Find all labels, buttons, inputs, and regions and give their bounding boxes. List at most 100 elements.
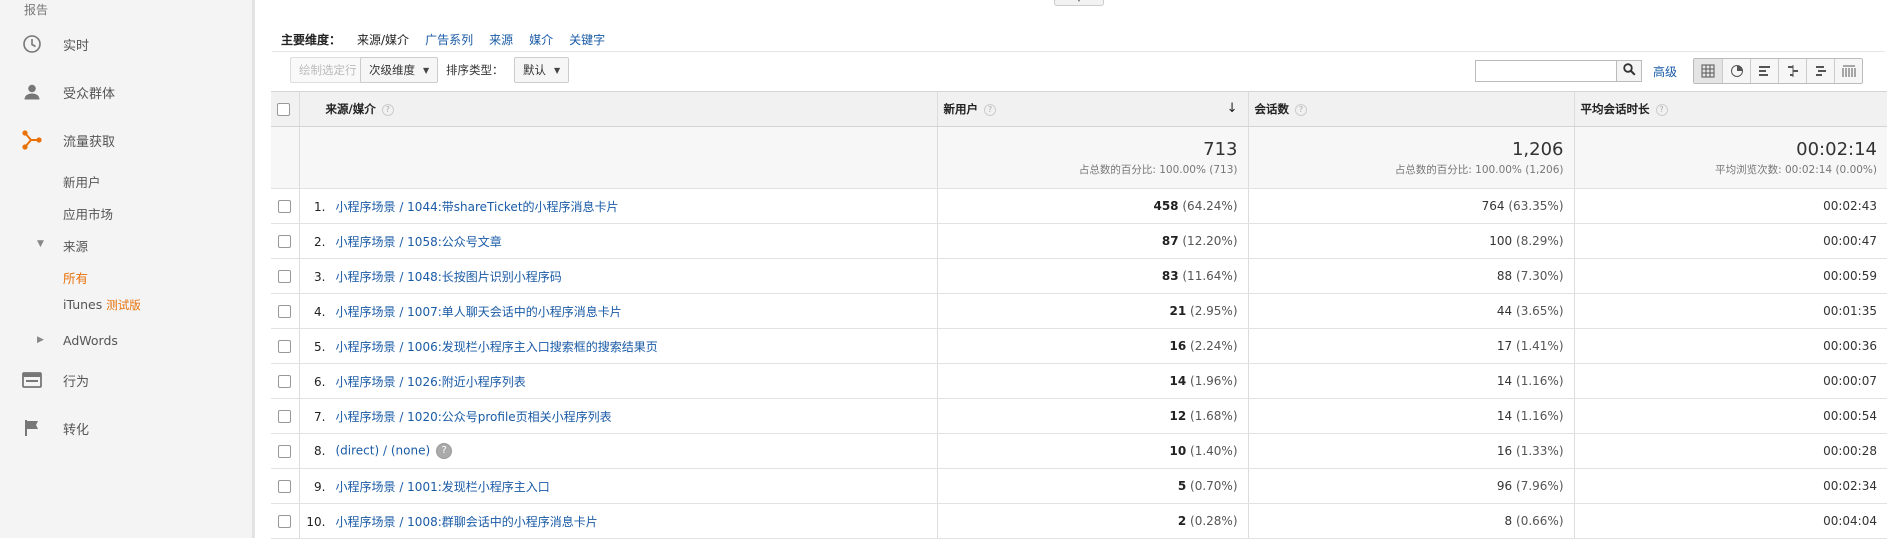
row-checkbox[interactable] xyxy=(278,200,292,213)
sidebar-item-behavior[interactable]: 行为 xyxy=(20,367,89,393)
term-cloud-button[interactable] xyxy=(1806,59,1834,83)
dimension-link-source[interactable]: 来源 xyxy=(489,31,513,48)
help-icon[interactable]: ? xyxy=(381,103,394,116)
avg-duration-value: 00:00:36 xyxy=(1823,339,1877,353)
row-rank: 8. xyxy=(314,443,326,458)
behavior-icon xyxy=(20,368,44,392)
select-all-checkbox[interactable] xyxy=(277,103,290,116)
row-rank: 9. xyxy=(314,479,326,494)
sidebar-item-realtime[interactable]: 实时 xyxy=(20,31,89,57)
dimension-link-campaign[interactable]: 广告系列 xyxy=(425,31,473,48)
sessions-value: 17 xyxy=(1496,339,1513,353)
sidebar-sub-adwords[interactable]: AdWords xyxy=(63,333,118,348)
secondary-dimension-dropdown[interactable]: 次级维度 ▼ xyxy=(360,57,439,83)
comparison-view-button[interactable] xyxy=(1778,59,1806,83)
table-view-button[interactable] xyxy=(1694,59,1722,83)
row-rank: 7. xyxy=(314,409,326,424)
source-medium-link[interactable]: 小程序场景 / 1026:附近小程序列表 xyxy=(336,375,526,389)
total-new-users-cell: 713 占总数的百分比: 100.00% (713) xyxy=(936,126,1248,189)
avg-duration-value: 00:02:34 xyxy=(1823,479,1877,493)
row-checkbox[interactable] xyxy=(278,410,292,423)
pie-view-button[interactable] xyxy=(1722,59,1750,83)
source-medium-link[interactable]: 小程序场景 / 1008:群聊会话中的小程序消息卡片 xyxy=(336,515,598,529)
dimension-link-medium[interactable]: 媒介 xyxy=(529,31,553,48)
row-checkbox[interactable] xyxy=(278,235,292,248)
new-users-cell: 5 (0.70%) xyxy=(936,468,1248,504)
new-users-value: 458 xyxy=(1153,199,1179,213)
sessions-cell: 44 (3.65%) xyxy=(1247,293,1574,329)
avg-duration-cell: 00:02:43 xyxy=(1573,188,1887,224)
sidebar-item-conversions[interactable]: 转化 xyxy=(20,415,89,441)
table-row: 10. 小程序场景 / 1008:群聊会话中的小程序消息卡片 2 (0.28%) 8 … xyxy=(271,503,1887,539)
row-checkbox[interactable] xyxy=(278,515,292,528)
plot-rows-button[interactable]: 绘制选定行 xyxy=(290,57,366,83)
source-medium-link[interactable]: 小程序场景 / 1048:长按图片识别小程序码 xyxy=(336,270,562,284)
row-checkbox[interactable] xyxy=(278,445,292,458)
help-icon[interactable]: ? xyxy=(1655,103,1668,116)
search-button[interactable] xyxy=(1617,60,1642,82)
source-medium-cell: 1. 小程序场景 / 1044:带shareTicket的小程序消息卡片 xyxy=(298,188,937,224)
table-row: 8. (direct) / (none)? 10 (1.40%) 16 (1.33%)… xyxy=(271,433,1887,469)
table-search-input[interactable] xyxy=(1475,60,1617,82)
dimension-link-keyword[interactable]: 关键字 xyxy=(569,31,605,48)
new-users-value: 83 xyxy=(1161,269,1179,283)
col-header-source-medium[interactable]: 来源/媒介? xyxy=(298,91,937,127)
advanced-filter-link[interactable]: 高级 xyxy=(1653,63,1677,80)
sessions-value: 16 xyxy=(1496,444,1513,458)
avg-duration-cell: 00:01:35 xyxy=(1573,293,1887,329)
sort-type-value: 默认 xyxy=(523,63,546,77)
source-medium-link[interactable]: 小程序场景 / 1007:单人聊天会话中的小程序消息卡片 xyxy=(336,305,622,319)
col-header-sessions[interactable]: 会话数? xyxy=(1247,91,1574,127)
new-users-value: 12 xyxy=(1169,409,1187,423)
table-row: 5. 小程序场景 / 1006:发现栏小程序主入口搜索框的搜索结果页 16 (2.2… xyxy=(271,328,1887,364)
sidebar-sub-app-market[interactable]: 应用市场 xyxy=(63,204,113,223)
chart-collapse-handle[interactable]: ▼ xyxy=(1054,0,1104,6)
source-medium-link[interactable]: (direct) / (none) xyxy=(336,444,431,458)
new-users-percent: (1.40%) xyxy=(1190,444,1238,458)
avg-duration-value: 00:00:28 xyxy=(1823,444,1877,458)
sessions-cell: 16 (1.33%) xyxy=(1247,433,1574,469)
col-header-avg-duration[interactable]: 平均会话时长? xyxy=(1573,91,1887,127)
source-medium-link[interactable]: 小程序场景 / 1058:公众号文章 xyxy=(336,235,502,249)
row-checkbox[interactable] xyxy=(278,340,292,353)
row-checkbox[interactable] xyxy=(278,375,292,388)
total-avg-duration: 00:02:14 xyxy=(1796,139,1877,160)
row-checkbox[interactable] xyxy=(278,270,292,283)
row-checkbox[interactable] xyxy=(278,480,292,493)
new-users-percent: (11.64%) xyxy=(1182,269,1238,283)
new-users-percent: (64.24%) xyxy=(1182,199,1238,213)
sidebar-sub-source[interactable]: 来源 xyxy=(63,236,88,255)
sidebar-sub-all[interactable]: 所有 xyxy=(63,268,88,287)
sidebar-sub-new-users[interactable]: 新用户 xyxy=(63,172,101,191)
sessions-value: 764 xyxy=(1481,199,1505,213)
col-header-label: 平均会话时长 xyxy=(1580,102,1650,116)
new-users-value: 14 xyxy=(1169,374,1187,388)
expand-down-icon[interactable]: ▼ xyxy=(37,239,44,249)
dimension-current: 来源/媒介 xyxy=(357,33,410,47)
sidebar-sub-itunes[interactable]: iTunes 测试版 xyxy=(63,297,141,313)
help-icon[interactable]: ? xyxy=(1295,103,1307,116)
avg-duration-value: 00:00:47 xyxy=(1823,234,1877,248)
row-checkbox[interactable] xyxy=(278,305,292,318)
sessions-cell: 96 (7.96%) xyxy=(1247,468,1574,504)
new-users-value: 10 xyxy=(1169,444,1187,458)
sidebar-item-acquisition[interactable]: 流量获取 xyxy=(20,127,115,153)
table-row: 9. 小程序场景 / 1001:发现栏小程序主入口 5 (0.70%) 96 (7.9… xyxy=(271,468,1887,504)
row-checkbox-cell xyxy=(271,363,299,399)
sort-type-dropdown[interactable]: 默认 ▼ xyxy=(514,57,570,83)
source-medium-link[interactable]: 小程序场景 / 1044:带shareTicket的小程序消息卡片 xyxy=(336,200,619,214)
source-medium-link[interactable]: 小程序场景 / 1001:发现栏小程序主入口 xyxy=(336,480,550,494)
sidebar-item-label: 转化 xyxy=(63,422,90,438)
expand-right-icon[interactable]: ▶ xyxy=(37,335,44,345)
sessions-percent: (7.30%) xyxy=(1516,269,1564,283)
help-icon[interactable]: ? xyxy=(984,103,996,116)
sidebar-item-audience[interactable]: 受众群体 xyxy=(20,79,115,105)
col-header-label: 新用户 xyxy=(943,102,979,116)
pivot-view-button[interactable] xyxy=(1834,59,1862,83)
row-checkbox-cell xyxy=(271,293,299,329)
source-medium-link[interactable]: 小程序场景 / 1020:公众号profile页相关小程序列表 xyxy=(336,410,612,424)
help-icon[interactable]: ? xyxy=(436,443,453,459)
col-header-new-users[interactable]: 新用户? ↓ xyxy=(936,91,1248,127)
performance-view-button[interactable] xyxy=(1750,59,1778,83)
source-medium-link[interactable]: 小程序场景 / 1006:发现栏小程序主入口搜索框的搜索结果页 xyxy=(336,340,658,354)
